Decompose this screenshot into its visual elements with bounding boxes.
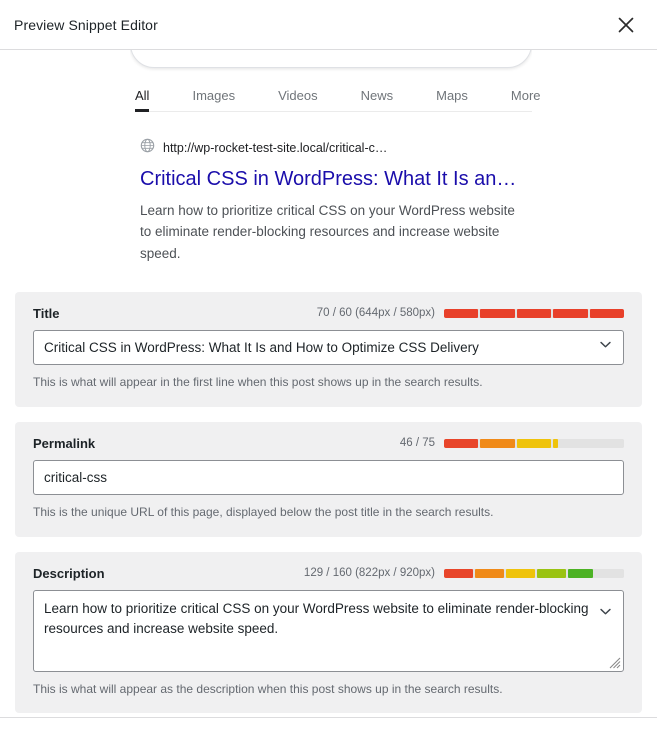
- permalink-meter-wrap: 46 / 75: [400, 437, 624, 449]
- serp-tab-news[interactable]: News: [361, 82, 394, 111]
- permalink-field-hint: This is the unique URL of this page, dis…: [33, 504, 494, 519]
- description-counter: 129 / 160 (822px / 920px): [303, 567, 435, 580]
- meter-segment: [444, 568, 473, 578]
- title-field-label: Title: [33, 305, 60, 321]
- title-meter-wrap: 70 / 60 (644px / 580px): [317, 307, 624, 319]
- serp-tab-label: More: [510, 88, 541, 103]
- permalink-quality-meter: [444, 438, 624, 448]
- description-field-hint: This is what will appear as the descript…: [33, 681, 503, 696]
- serp-result-description: Learn how to prioritize critical CSS on …: [140, 203, 515, 261]
- title-field-head: Title 70 / 60 (644px / 580px): [33, 306, 624, 321]
- modal-header: Preview Snippet Editor: [0, 0, 657, 50]
- serp-preview: All Images Videos News Maps More http://…: [0, 50, 657, 270]
- title-field-section: Title 70 / 60 (644px / 580px) This is wh…: [15, 291, 642, 407]
- meter-segment: [560, 438, 624, 448]
- serp-tab-all[interactable]: All: [135, 82, 150, 112]
- meter-segment: [595, 568, 624, 578]
- permalink-counter: 46 / 75: [399, 437, 435, 450]
- meter-segment: [516, 438, 552, 448]
- modal-body: All Images Videos News Maps More http://…: [0, 50, 657, 734]
- meter-segment: [480, 438, 515, 448]
- meter-segment: [536, 568, 566, 578]
- meter-segment: [567, 568, 594, 578]
- meter-segment: [553, 308, 588, 318]
- meter-segment: [474, 568, 504, 578]
- close-icon: [616, 15, 636, 35]
- permalink-field-section: Permalink 46 / 75 This is the unique URL…: [15, 421, 642, 537]
- permalink-field-label: Permalink: [33, 435, 96, 451]
- close-button[interactable]: [611, 10, 641, 40]
- meter-segment: [480, 308, 515, 318]
- serp-tab-label: Images: [192, 88, 236, 103]
- permalink-field-head: Permalink 46 / 75: [33, 436, 624, 451]
- meter-segment: [505, 568, 535, 578]
- permalink-input[interactable]: [33, 459, 624, 495]
- globe-icon: [140, 138, 155, 158]
- description-textarea-shell: Learn how to prioritize critical CSS on …: [33, 589, 624, 672]
- title-field-hint: This is what will appear in the first li…: [33, 374, 483, 389]
- meter-segment: [553, 438, 559, 448]
- serp-result-title[interactable]: Critical CSS in WordPress: What It Is an…: [140, 166, 537, 192]
- serp-tabs: All Images Videos News Maps More: [135, 82, 541, 112]
- serp-tab-images[interactable]: Images: [192, 82, 235, 111]
- description-textarea[interactable]: Learn how to prioritize critical CSS on …: [33, 589, 624, 672]
- description-field-section: Description 129 / 160 (822px / 920px) Le…: [15, 551, 642, 714]
- serp-tab-more[interactable]: More: [511, 82, 541, 111]
- serp-search-box[interactable]: [130, 50, 532, 68]
- meter-segment: [444, 308, 479, 318]
- title-input-shell: [33, 329, 624, 365]
- serp-tab-videos[interactable]: Videos: [278, 82, 318, 111]
- serp-tab-label: Maps: [436, 88, 468, 103]
- serp-result: http://wp-rocket-test-site.local/critica…: [140, 138, 537, 264]
- meter-segment: [589, 308, 624, 318]
- serp-tab-maps[interactable]: Maps: [436, 82, 468, 111]
- serp-search-box-clip: [130, 50, 532, 72]
- description-meter-wrap: 129 / 160 (822px / 920px): [304, 567, 624, 579]
- serp-tab-label: Videos: [278, 88, 318, 103]
- modal-footer-divider: [0, 717, 657, 718]
- meter-segment: [444, 438, 479, 448]
- title-quality-meter: [444, 308, 624, 318]
- title-input[interactable]: [33, 329, 624, 365]
- serp-url: http://wp-rocket-test-site.local/critica…: [163, 141, 388, 155]
- modal-title: Preview Snippet Editor: [14, 16, 158, 33]
- serp-url-row: http://wp-rocket-test-site.local/critica…: [140, 138, 537, 158]
- title-counter: 70 / 60 (644px / 580px): [316, 307, 435, 320]
- permalink-input-shell: [33, 459, 624, 495]
- serp-tab-label: All: [135, 88, 150, 103]
- meter-segment: [516, 308, 552, 318]
- serp-tab-label: News: [360, 88, 394, 103]
- description-field-label: Description: [33, 565, 105, 581]
- description-quality-meter: [444, 568, 624, 578]
- description-field-head: Description 129 / 160 (822px / 920px): [33, 566, 624, 581]
